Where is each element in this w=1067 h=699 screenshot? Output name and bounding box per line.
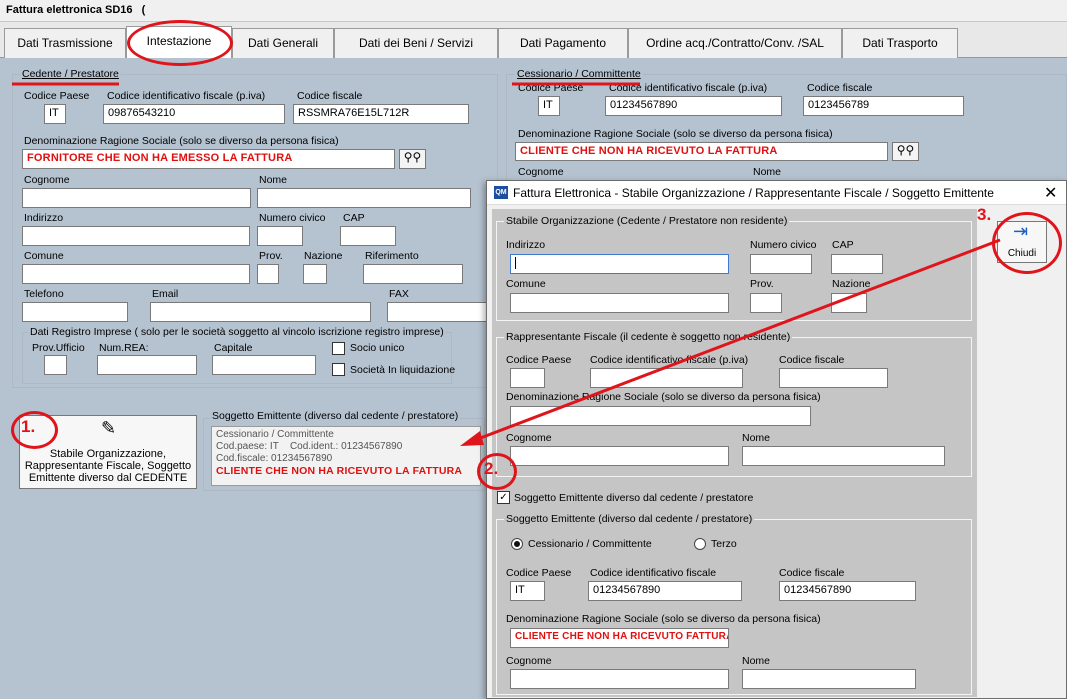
annotation-arrows [12, 82, 1001, 446]
